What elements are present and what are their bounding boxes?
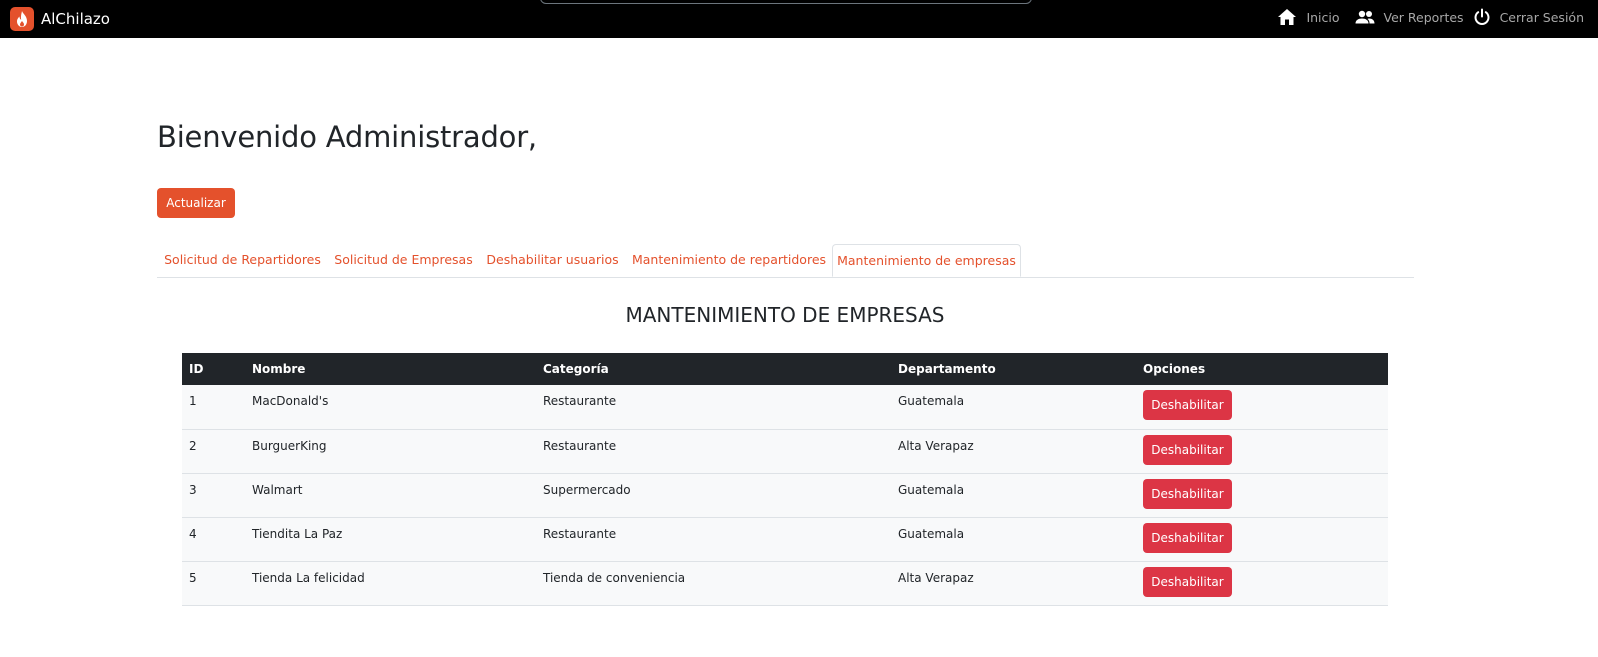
power-icon xyxy=(1474,8,1490,25)
cell-nombre: BurguerKing xyxy=(252,438,327,453)
column-header-departamento: Departamento xyxy=(898,362,996,376)
cell-opciones: Deshabilitar xyxy=(1136,429,1388,473)
column-header-id: ID xyxy=(189,362,204,376)
companies-table: ID Nombre Categoría Departamento Opcione… xyxy=(182,353,1388,606)
cell-nombre: Tiendita La Paz xyxy=(252,526,343,541)
section-title: MANTENIMIENTO DE EMPRESAS xyxy=(625,303,945,327)
column-header-opciones: Opciones xyxy=(1143,362,1206,376)
table-header-row: ID Nombre Categoría Departamento Opcione… xyxy=(182,353,1388,385)
table-row: 5 Tienda La felicidad Tienda de convenie… xyxy=(182,561,1388,605)
nav-links: Inicio Ver Reportes Cerrar Sesión xyxy=(1277,0,1584,34)
table-row: 2 BurguerKing Restaurante Alta Verapaz D… xyxy=(182,429,1388,473)
cell-id: 4 xyxy=(189,526,197,541)
page-title: Bienvenido Administrador, xyxy=(157,120,537,154)
update-button[interactable]: Actualizar xyxy=(157,188,235,218)
tab-mantenimiento-repartidores[interactable]: Mantenimiento de repartidores xyxy=(626,244,832,276)
flame-logo-icon xyxy=(10,7,34,31)
column-header-categoria: Categoría xyxy=(543,362,609,376)
cell-nombre: Walmart xyxy=(252,482,303,497)
nav-link-ver-reportes[interactable]: Ver Reportes xyxy=(1355,10,1464,25)
home-icon xyxy=(1278,9,1297,25)
table-row: 1 MacDonald's Restaurante Guatemala Desh… xyxy=(182,385,1388,429)
nav-link-label: Ver Reportes xyxy=(1383,9,1464,25)
cell-id: 2 xyxy=(189,438,197,453)
cell-opciones: Deshabilitar xyxy=(1136,385,1388,429)
cell-departamento: Guatemala xyxy=(898,526,965,541)
brand-name: AlChilazo xyxy=(41,10,110,28)
cell-departamento: Guatemala xyxy=(898,394,965,408)
column-header-nombre: Nombre xyxy=(252,362,306,376)
cell-categoria: Tienda de conveniencia xyxy=(543,570,686,585)
disable-button[interactable]: Deshabilitar xyxy=(1143,522,1232,553)
cell-opciones: Deshabilitar xyxy=(1136,561,1388,605)
search-bar[interactable] xyxy=(540,0,1032,4)
disable-button[interactable]: Deshabilitar xyxy=(1143,478,1232,509)
tab-bar: Solicitud de Repartidores Solicitud de E… xyxy=(157,244,1414,278)
tab-solicitud-repartidores[interactable]: Solicitud de Repartidores xyxy=(157,244,328,276)
cell-categoria: Restaurante xyxy=(543,438,617,453)
cell-id: 1 xyxy=(189,394,197,408)
disable-button[interactable]: Deshabilitar xyxy=(1143,566,1232,597)
nav-link-cerrar-sesion[interactable]: Cerrar Sesión xyxy=(1473,8,1584,26)
cell-id: 5 xyxy=(189,570,197,585)
cell-nombre: Tienda La felicidad xyxy=(252,570,365,585)
cell-departamento: Alta Verapaz xyxy=(898,570,974,585)
cell-categoria: Restaurante xyxy=(543,394,617,408)
table-row: 4 Tiendita La Paz Restaurante Guatemala … xyxy=(182,517,1388,561)
cell-opciones: Deshabilitar xyxy=(1136,473,1388,517)
cell-departamento: Alta Verapaz xyxy=(898,438,974,453)
cell-opciones: Deshabilitar xyxy=(1136,517,1388,561)
cell-id: 3 xyxy=(189,482,197,497)
cell-departamento: Guatemala xyxy=(898,482,965,497)
cell-categoria: Supermercado xyxy=(543,482,631,497)
disable-button[interactable]: Deshabilitar xyxy=(1143,434,1232,465)
tab-deshabilitar-usuarios[interactable]: Deshabilitar usuarios xyxy=(479,244,626,276)
brand-link[interactable]: AlChilazo xyxy=(10,4,110,34)
nav-link-label: Inicio xyxy=(1306,9,1340,25)
tab-mantenimiento-empresas[interactable]: Mantenimiento de empresas xyxy=(832,244,1021,277)
tab-solicitud-empresas[interactable]: Solicitud de Empresas xyxy=(328,244,479,276)
disable-button[interactable]: Deshabilitar xyxy=(1143,390,1232,420)
cell-nombre: MacDonald's xyxy=(252,394,329,408)
nav-link-inicio[interactable]: Inicio xyxy=(1277,8,1340,26)
nav-link-label: Cerrar Sesión xyxy=(1499,9,1584,25)
users-icon xyxy=(1355,10,1375,24)
cell-categoria: Restaurante xyxy=(543,526,617,541)
table-row: 3 Walmart Supermercado Guatemala Deshabi… xyxy=(182,473,1388,517)
top-navbar: AlChilazo Inicio Ver Reportes Cerrar Ses… xyxy=(0,0,1598,38)
